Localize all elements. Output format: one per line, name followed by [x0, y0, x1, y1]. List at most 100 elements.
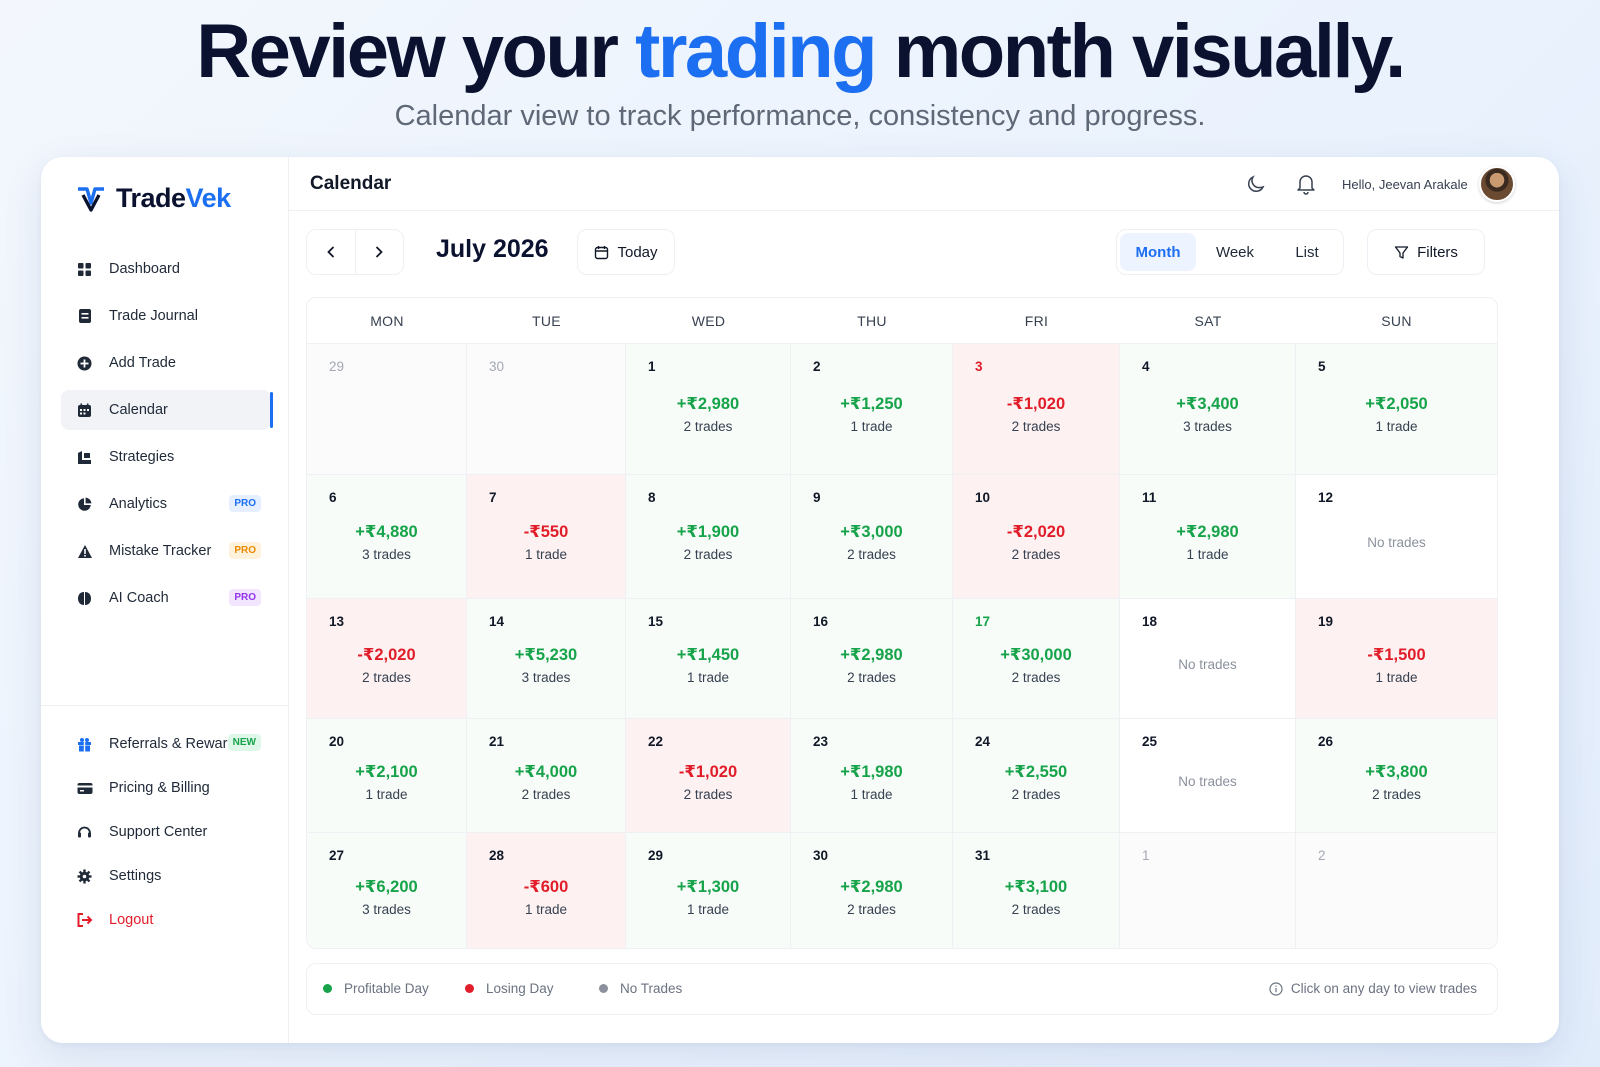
new-badge: NEW: [227, 734, 261, 751]
calendar-week-row: 20 +₹2,100 1 trade 21 +₹4,000 2 trades 22 -₹1,0…: [307, 719, 1497, 833]
day-pnl: +₹4,880: [355, 523, 418, 541]
brand-logo[interactable]: TradeVek: [76, 183, 231, 214]
sidebar-bottom-nav: Referrals & Rewards NEW Pricing & Billin…: [61, 724, 271, 944]
sidebar-item-label: AI Coach: [109, 590, 169, 606]
calendar-day-cell[interactable]: 9 +₹3,000 2 trades: [791, 475, 953, 598]
calendar-day-outside-month[interactable]: 29: [307, 344, 467, 474]
calendar-day-cell[interactable]: 15 +₹1,450 1 trade: [626, 599, 791, 718]
day-number: 30: [813, 848, 829, 863]
calendar-day-cell[interactable]: 27 +₹6,200 3 trades: [307, 833, 467, 948]
sidebar-divider: [41, 705, 289, 706]
calendar-day-cell[interactable]: 25 No trades: [1120, 719, 1296, 832]
sidebar-item-label: Settings: [109, 868, 162, 884]
day-pnl: +₹3,100: [1004, 878, 1068, 896]
notification-bell-icon[interactable]: [1296, 173, 1316, 195]
calendar-day-cell[interactable]: 19 -₹1,500 1 trade: [1296, 599, 1497, 718]
day-pnl: -₹600: [523, 878, 569, 896]
credit-card-icon: [76, 780, 93, 797]
sidebar-item-add-trade[interactable]: Add Trade: [61, 343, 271, 383]
day-trade-count: 1 trade: [1375, 670, 1418, 685]
calendar-day-cell[interactable]: 16 +₹2,980 2 trades: [791, 599, 953, 718]
calendar-day-outside-month[interactable]: 30: [467, 344, 626, 474]
calendar-day-cell[interactable]: 23 +₹1,980 1 trade: [791, 719, 953, 832]
next-month-button[interactable]: [354, 230, 403, 274]
sidebar-item-dashboard[interactable]: Dashboard: [61, 249, 271, 289]
sidebar-item-logout[interactable]: Logout: [61, 900, 271, 940]
day-pnl: +₹3,400: [1176, 395, 1239, 413]
calendar-day-cell[interactable]: 31 +₹3,100 2 trades: [953, 833, 1120, 948]
calendar-day-cell[interactable]: 26 +₹3,800 2 trades: [1296, 719, 1497, 832]
sidebar-item-label: Support Center: [109, 824, 208, 840]
calendar-day-cell[interactable]: 13 -₹2,020 2 trades: [307, 599, 467, 718]
day-number: 29: [329, 359, 345, 374]
user-avatar[interactable]: [1479, 166, 1515, 202]
day-pnl: -₹2,020: [1006, 523, 1066, 541]
calendar-day-cell[interactable]: 21 +₹4,000 2 trades: [467, 719, 626, 832]
sidebar-item-support[interactable]: Support Center: [61, 812, 271, 852]
day-trade-count: 1 trade: [686, 902, 730, 917]
day-number: 15: [648, 614, 664, 629]
day-trade-count: 1 trade: [850, 419, 893, 434]
sidebar-item-strategies[interactable]: Strategies: [61, 437, 271, 477]
calendar-day-cell[interactable]: 2 +₹1,250 1 trade: [791, 344, 953, 474]
info-icon: [1269, 981, 1283, 996]
day-number: 11: [1142, 490, 1157, 505]
sidebar-item-settings[interactable]: Settings: [61, 856, 271, 896]
calendar-day-outside-month[interactable]: 2: [1296, 833, 1497, 948]
calendar-week-row: 29 30 1 +₹2,980 2 trades 2 +₹1,250 1 trade 3 -₹1,…: [307, 344, 1497, 475]
calendar-day-cell[interactable]: 22 -₹1,020 2 trades: [626, 719, 791, 832]
day-pnl: -₹1,020: [678, 763, 738, 781]
legend-losing: Losing Day: [465, 981, 554, 996]
weekday-mon: MON: [370, 312, 404, 329]
day-pnl: -₹1,500: [1367, 646, 1426, 664]
calendar-day-cell[interactable]: 7 -₹550 1 trade: [467, 475, 626, 598]
calendar-day-cell[interactable]: 30 +₹2,980 2 trades: [791, 833, 953, 948]
sidebar-item-calendar[interactable]: Calendar: [61, 390, 273, 430]
pie-chart-icon: [76, 496, 93, 513]
view-week-tab[interactable]: Week: [1196, 233, 1274, 271]
sidebar-item-analytics[interactable]: Analytics PRO: [61, 484, 271, 524]
view-list-tab[interactable]: List: [1274, 233, 1340, 271]
calendar-day-cell[interactable]: 24 +₹2,550 2 trades: [953, 719, 1120, 832]
sidebar-item-ai-coach[interactable]: AI Coach PRO: [61, 578, 271, 618]
calendar-day-cell[interactable]: 10 -₹2,020 2 trades: [953, 475, 1120, 598]
calendar-day-cell[interactable]: 4 +₹3,400 3 trades: [1120, 344, 1296, 474]
sidebar-item-pricing[interactable]: Pricing & Billing: [61, 768, 271, 808]
calendar-day-cell[interactable]: 8 +₹1,900 2 trades: [626, 475, 791, 598]
calendar-week-row: 6 +₹4,880 3 trades 7 -₹550 1 trade 8 +₹1,900 2 t…: [307, 475, 1497, 599]
dark-mode-moon-icon[interactable]: [1246, 174, 1266, 194]
calendar-day-cell[interactable]: 29 +₹1,300 1 trade: [626, 833, 791, 948]
calendar-day-cell[interactable]: 6 +₹4,880 3 trades: [307, 475, 467, 598]
hero-title-end: month visually.: [875, 9, 1407, 94]
today-button[interactable]: Today: [577, 229, 675, 275]
profitable-dot: [323, 984, 332, 993]
day-pnl: +₹2,100: [355, 763, 418, 781]
calendar-day-cell[interactable]: 5 +₹2,050 1 trade: [1296, 344, 1497, 474]
calendar-day-cell[interactable]: 11 +₹2,980 1 trade: [1120, 475, 1296, 598]
day-number: 5: [1318, 359, 1326, 374]
calendar-day-cell[interactable]: 17 +₹30,000 2 trades: [953, 599, 1120, 718]
day-number: 27: [329, 848, 345, 863]
calendar-day-cell[interactable]: 3 -₹1,020 2 trades: [953, 344, 1120, 474]
sidebar-item-trade-journal[interactable]: Trade Journal: [61, 296, 271, 336]
day-pnl: +₹1,450: [676, 646, 740, 664]
calendar-day-cell[interactable]: 12 No trades: [1296, 475, 1497, 598]
sidebar-item-mistake-tracker[interactable]: Mistake Tracker PRO: [61, 531, 271, 571]
calendar-day-cell[interactable]: 28 -₹600 1 trade: [467, 833, 626, 948]
filters-button[interactable]: Filters: [1367, 229, 1485, 275]
prev-month-button[interactable]: [307, 230, 355, 274]
sidebar-item-label: Add Trade: [109, 355, 176, 371]
view-month-tab[interactable]: Month: [1120, 233, 1196, 271]
calendar-day-cell[interactable]: 14 +₹5,230 3 trades: [467, 599, 626, 718]
day-pnl: +₹2,980: [840, 878, 903, 896]
day-trade-count: 2 trades: [1011, 787, 1061, 802]
calendar-day-cell[interactable]: 20 +₹2,100 1 trade: [307, 719, 467, 832]
sidebar-item-referrals[interactable]: Referrals & Rewards NEW: [61, 724, 271, 764]
calendar-day-cell[interactable]: 1 +₹2,980 2 trades: [626, 344, 791, 474]
page-title: Calendar: [310, 173, 392, 194]
calendar-day-outside-month[interactable]: 1: [1120, 833, 1296, 948]
sidebar-item-label: Trade Journal: [109, 308, 198, 324]
calendar-day-cell[interactable]: 18 No trades: [1120, 599, 1296, 718]
no-trades-label: No trades: [1367, 535, 1426, 550]
chevron-right-icon: [376, 246, 384, 258]
